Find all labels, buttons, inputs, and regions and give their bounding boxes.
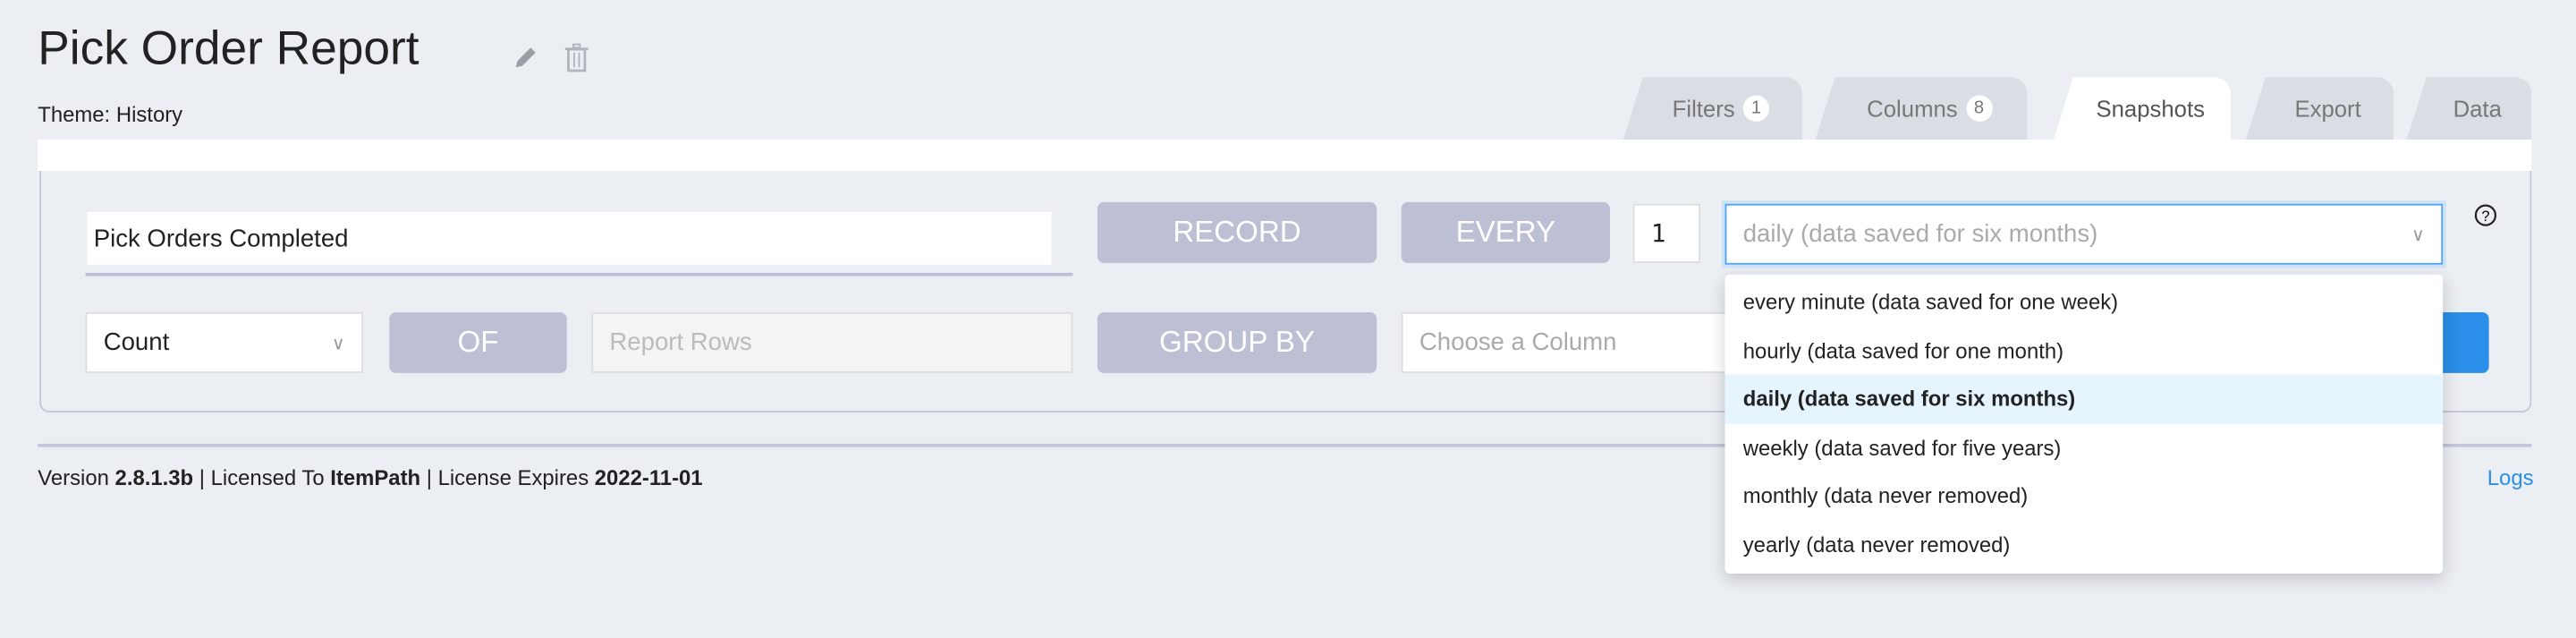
snapshot-name-input[interactable]: Pick Orders Completed — [87, 211, 1052, 265]
tab-label: Export — [2294, 95, 2361, 122]
tab-content-strip — [38, 140, 2532, 172]
edit-pencil-icon[interactable] — [513, 45, 538, 71]
theme-label: Theme: History — [38, 101, 183, 127]
of-label: OF — [389, 311, 567, 373]
frequency-option[interactable]: every minute (data saved for one week) — [1725, 277, 2444, 326]
tab-data[interactable]: Data — [2406, 77, 2532, 140]
svg-text:?: ? — [2481, 208, 2489, 225]
logs-link[interactable]: Logs — [2487, 465, 2534, 490]
aggregate-value: Count — [103, 328, 170, 357]
frequency-select-value: daily (data saved for six months) — [1742, 220, 2098, 249]
tab-filters[interactable]: Filters 1 — [1623, 77, 1802, 140]
help-icon[interactable]: ? — [2474, 204, 2497, 227]
frequency-option-selected[interactable]: daily (data saved for six months) — [1724, 374, 2444, 423]
tab-export[interactable]: Export — [2245, 77, 2394, 140]
chevron-down-icon: ∨ — [331, 333, 345, 353]
filters-count-badge: 1 — [1742, 95, 1770, 122]
tab-label: Columns — [1867, 95, 1958, 122]
footer-license: Version 2.8.1.3b | Licensed To ItemPath … — [38, 464, 703, 490]
group-by-label: GROUP BY — [1097, 311, 1377, 373]
frequency-dropdown-menu: every minute (data saved for one week) h… — [1724, 274, 2444, 574]
chevron-down-icon: ∨ — [2411, 225, 2425, 245]
frequency-option[interactable]: yearly (data never removed) — [1725, 520, 2444, 568]
frequency-option[interactable]: monthly (data never removed) — [1725, 472, 2444, 520]
frequency-option[interactable]: weekly (data saved for five years) — [1725, 423, 2444, 472]
name-underline — [85, 272, 1073, 276]
record-label: RECORD — [1097, 201, 1377, 263]
columns-count-badge: 8 — [1965, 95, 1993, 122]
tab-columns[interactable]: Columns 8 — [1815, 77, 2028, 140]
interval-input[interactable]: 1 — [1632, 203, 1700, 263]
tab-label: Data — [2453, 95, 2502, 122]
frequency-select[interactable]: daily (data saved for six months) ∨ — [1724, 203, 2444, 265]
aggregate-select[interactable]: Count ∨ — [85, 311, 363, 373]
frequency-option[interactable]: hourly (data saved for one month) — [1725, 327, 2444, 375]
page-title: Pick Order Report — [38, 22, 419, 76]
tab-snapshots[interactable]: Snapshots — [2053, 77, 2232, 140]
of-source-input: Report Rows — [591, 311, 1073, 373]
trash-icon[interactable] — [564, 43, 589, 72]
every-label: EVERY — [1401, 201, 1610, 263]
tab-label: Snapshots — [2096, 95, 2205, 122]
tab-label: Filters — [1672, 95, 1735, 122]
